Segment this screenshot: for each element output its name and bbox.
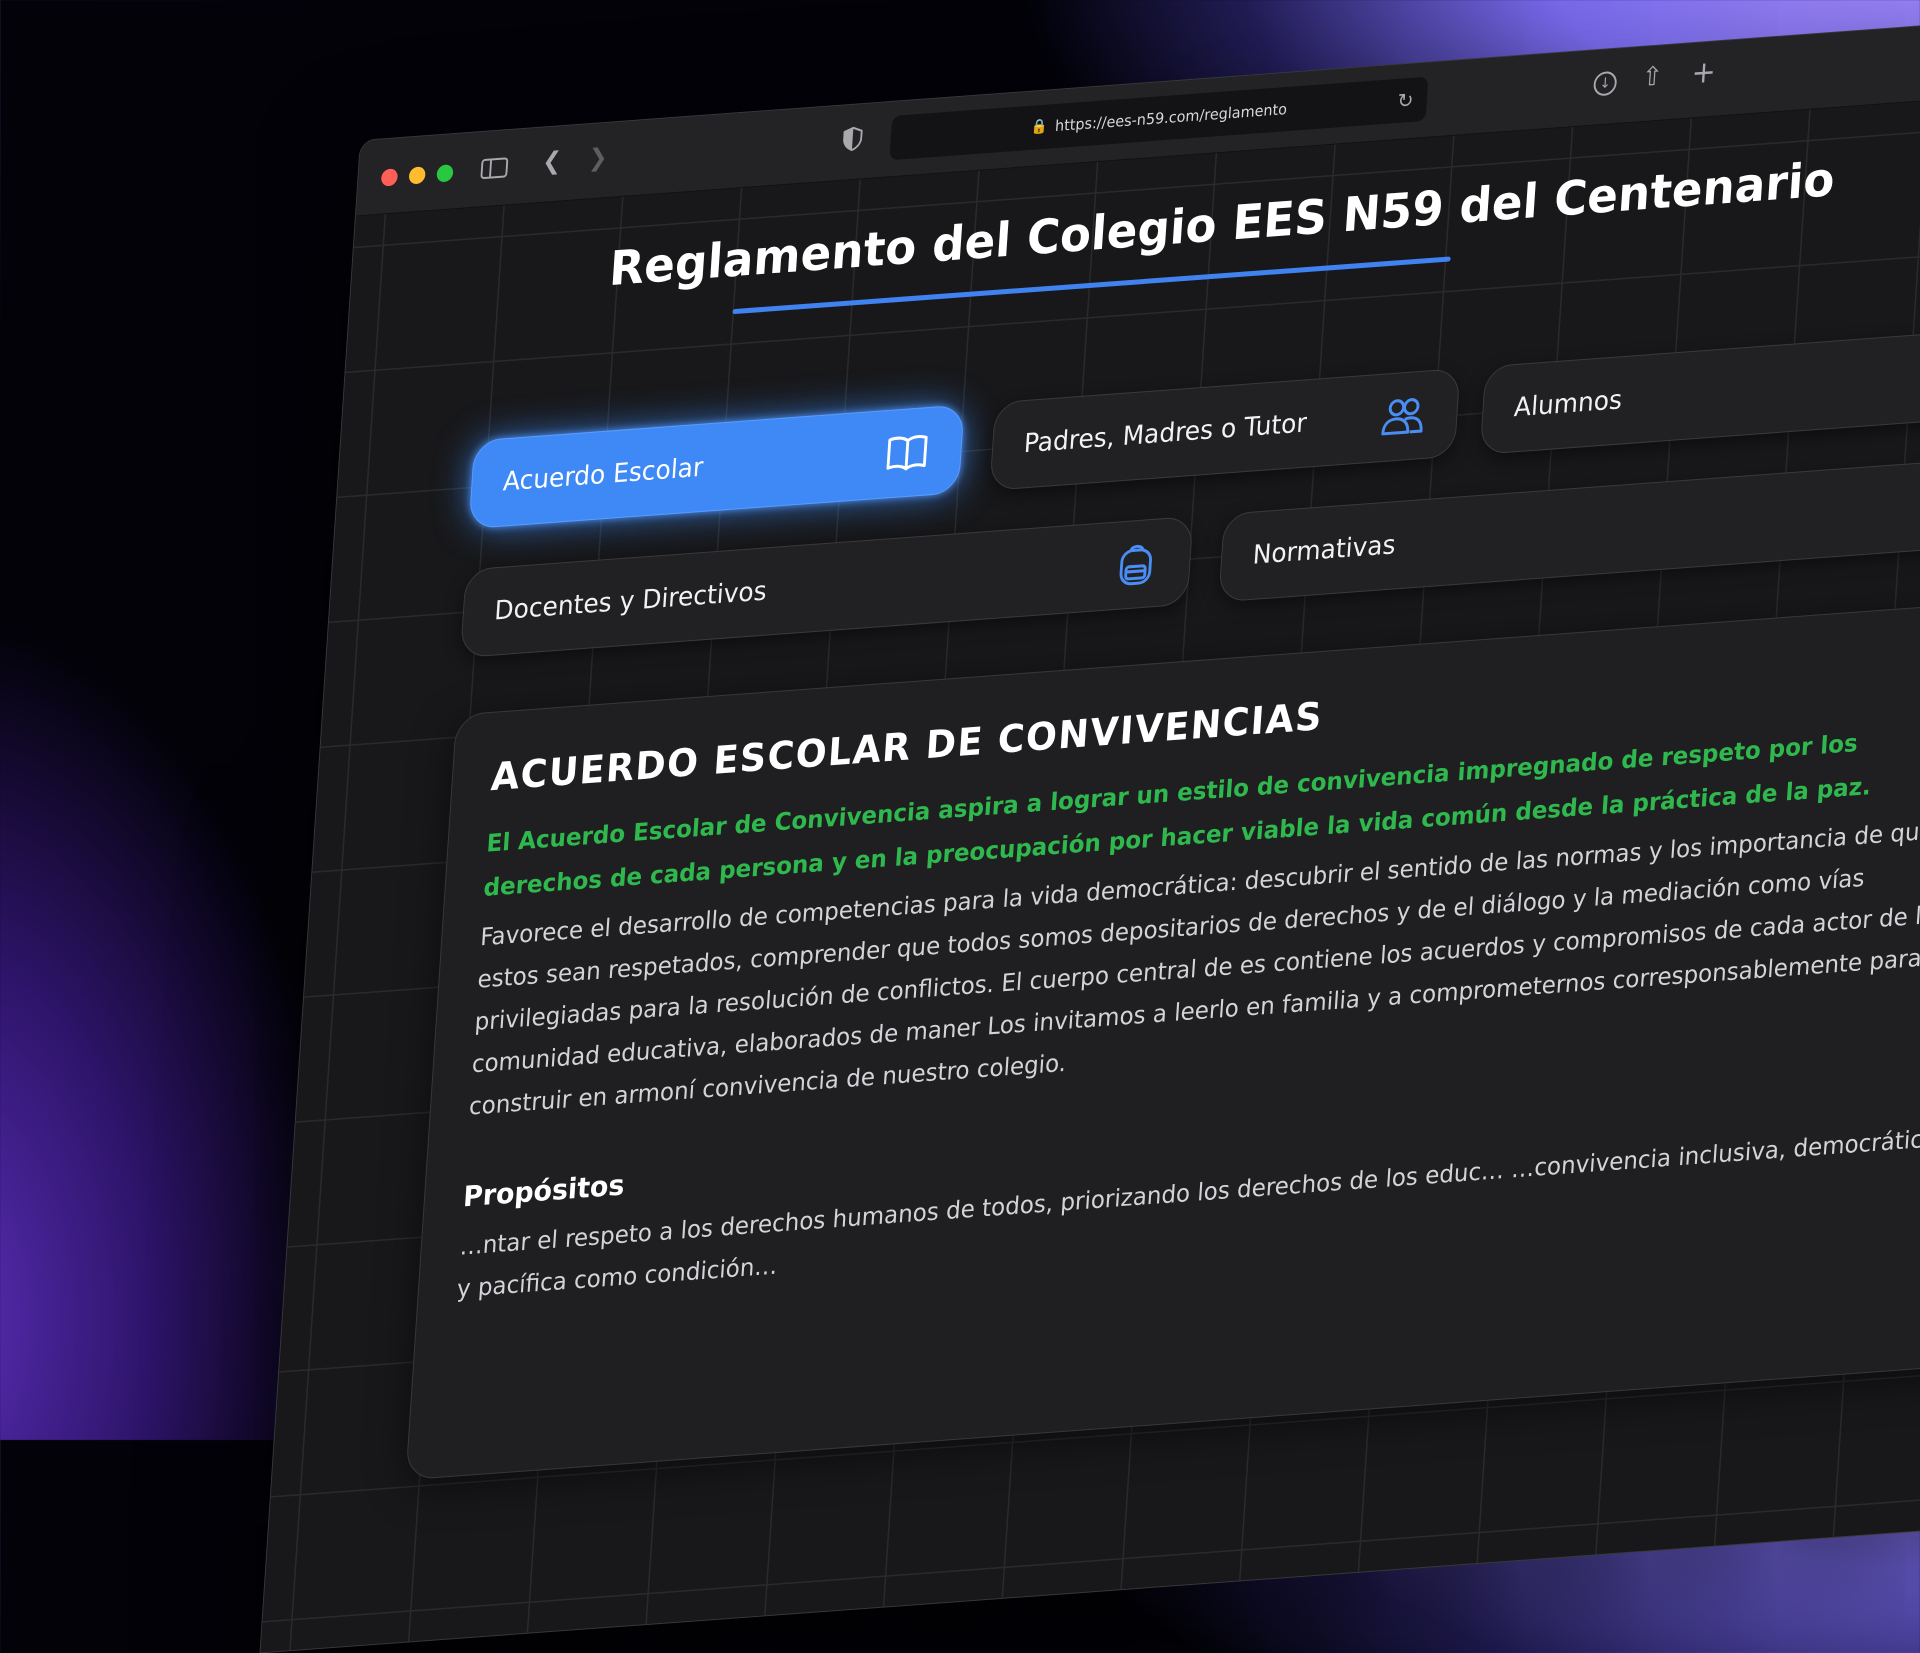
page-content: Reglamento del Colegio EES N59 del Cente… [260, 88, 1920, 1653]
nav-card-label: Docentes y Directivos [493, 576, 768, 627]
lock-icon: 🔒 [1030, 118, 1048, 136]
new-tab-icon[interactable]: + [1690, 54, 1716, 91]
minimize-window-button[interactable] [408, 166, 426, 185]
nav-card-label: Padres, Madres o Tutor [1022, 408, 1308, 460]
nav-card-normativas[interactable]: Normativas [1218, 457, 1920, 603]
nav-card-acuerdo-escolar[interactable]: Acuerdo Escolar [468, 404, 965, 530]
maximize-window-button[interactable] [436, 164, 454, 183]
nav-card-label: Alumnos [1513, 385, 1624, 424]
back-icon[interactable]: ❮ [542, 146, 563, 176]
download-icon[interactable]: ↓ [1592, 70, 1618, 97]
nav-card-padres[interactable]: Padres, Madres o Tutor [989, 368, 1461, 491]
close-window-button[interactable] [380, 168, 399, 187]
privacy-shield-icon[interactable] [842, 126, 863, 152]
share-icon[interactable]: ⇧ [1641, 61, 1664, 93]
url-text: https://ees-n59.com/reglamento [1054, 99, 1288, 136]
nav-card-alumnos[interactable]: Alumnos [1479, 329, 1920, 455]
backpack-icon [1119, 544, 1152, 586]
users-icon [1381, 398, 1423, 436]
reload-icon[interactable]: ↻ [1397, 88, 1415, 113]
forward-icon[interactable]: ❯ [587, 143, 608, 173]
sidebar-toggle-icon[interactable] [480, 157, 509, 180]
nav-card-label: Acuerdo Escolar [502, 452, 705, 498]
nav-card-label: Normativas [1251, 530, 1397, 571]
content-panel: ACUERDO ESCOLAR DE CONVIVENCIAS El Acuer… [405, 599, 1920, 1481]
window-controls [380, 164, 454, 187]
open-book-icon [886, 435, 928, 471]
browser-window: ❮ ❯ 🔒 https://ees-n59.com/reglamento ↻ ↓… [259, 11, 1920, 1653]
nav-card-docentes[interactable]: Docentes y Directivos [459, 515, 1194, 659]
